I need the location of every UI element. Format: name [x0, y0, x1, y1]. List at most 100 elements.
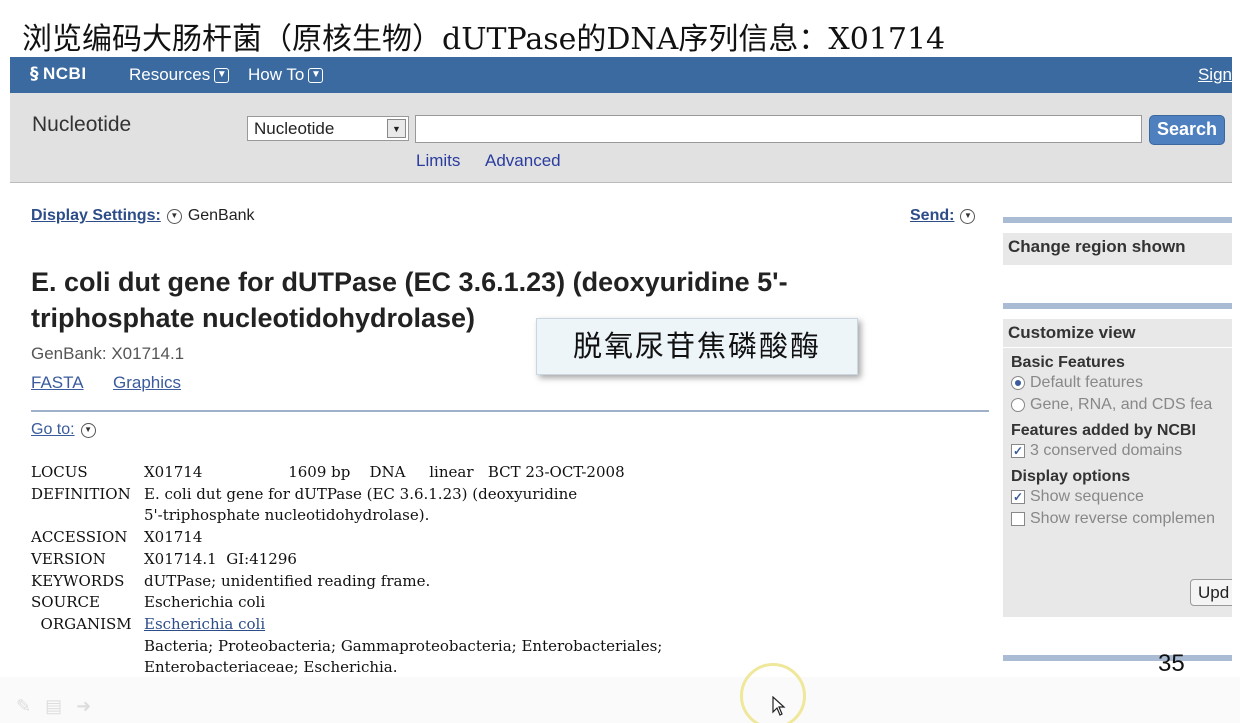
resources-menu-label: Resources: [129, 65, 211, 84]
graphics-link[interactable]: Graphics: [113, 373, 181, 393]
browser-screen: § NCBI Resources ▼ How To ▼ Sign Nucleoti…: [10, 57, 1232, 677]
gb-key: KEYWORDS: [31, 571, 125, 590]
chevron-down-icon[interactable]: ▼: [960, 208, 976, 224]
arrow-right-icon[interactable]: ➜: [76, 696, 91, 717]
database-label: Nucleotide: [32, 113, 132, 136]
limits-link[interactable]: Limits: [416, 151, 460, 171]
gb-value: Escherichia coli: [144, 593, 266, 612]
gb-value: X01714.1 GI:41296: [144, 549, 297, 568]
option-label: Show sequence: [1030, 488, 1144, 505]
slide-title: 浏览编码大肠杆菌（原核生物）dUTPase的DNA序列信息：X01714: [22, 22, 946, 57]
database-select[interactable]: Nucleotide ▼: [247, 116, 409, 141]
gb-row-definition: DEFINITION E. coli dut gene for dUTPase …: [31, 484, 662, 506]
option-conserved-domains[interactable]: ✓ 3 conserved domains: [1003, 440, 1232, 462]
ncbi-logo[interactable]: § NCBI: [30, 64, 87, 84]
sign-in-link[interactable]: Sign: [1198, 65, 1232, 85]
display-settings-link[interactable]: Display Settings:: [31, 207, 161, 225]
gb-key: DEFINITION: [31, 484, 131, 503]
search-button[interactable]: Search: [1149, 115, 1225, 145]
basic-features-heading: Basic Features: [1011, 354, 1125, 371]
customize-view-panel: Customize view Basic Features Default fe…: [1003, 319, 1232, 617]
gb-key: ORGANISM: [31, 614, 132, 633]
gb-row-source: SOURCE Escherichia coli: [31, 592, 662, 614]
checkbox-checked[interactable]: ✓: [1011, 444, 1025, 458]
mouse-cursor-icon: [772, 696, 786, 716]
display-settings: Display Settings: ▼ GenBank: [31, 207, 255, 225]
chevron-down-icon[interactable]: ▼: [166, 208, 182, 224]
gb-value: E. coli dut gene for dUTPase (EC 3.6.1.2…: [144, 484, 578, 503]
gb-value: 5'-triphosphate nucleotidohydrolase).: [144, 506, 430, 525]
checkbox-checked[interactable]: ✓: [1011, 490, 1025, 504]
organism-link[interactable]: Escherichia coli: [144, 614, 265, 636]
display-format: GenBank: [187, 207, 255, 224]
update-view-button[interactable]: Upd: [1190, 579, 1232, 606]
option-default-features[interactable]: Default features: [1003, 372, 1232, 394]
section-divider: [31, 410, 989, 412]
chevron-down-icon: ▼: [308, 67, 324, 83]
option-label: Gene, RNA, and CDS fea: [1030, 396, 1213, 413]
gb-key: ACCESSION: [31, 528, 128, 547]
how-to-menu[interactable]: How To ▼: [248, 65, 324, 85]
gb-value: dUTPase; unidentified reading frame.: [144, 571, 431, 590]
gb-value: Bacteria; Proteobacteria; Gammaproteobac…: [144, 636, 663, 655]
option-label: Show reverse complemen: [1030, 510, 1215, 527]
radio-unselected[interactable]: [1011, 398, 1025, 412]
gb-value: Enterobacteriaceae; Escherichia.: [144, 658, 398, 677]
slideshow-tools: ✎ ▤ ➜: [16, 696, 91, 717]
advanced-link[interactable]: Advanced: [485, 151, 561, 171]
option-label: Default features: [1030, 374, 1143, 391]
gb-key: LOCUS: [31, 463, 88, 481]
how-to-menu-label: How To: [248, 65, 305, 84]
sidebar-divider: [1003, 303, 1232, 309]
gb-row-lineage-cont: Enterobacteriaceae; Escherichia.: [31, 657, 662, 677]
option-show-reverse[interactable]: Show reverse complemen: [1003, 508, 1232, 530]
slides-icon[interactable]: ▤: [45, 696, 62, 717]
gb-value: X01714 1609 bp DNA linear BCT 23-OCT-200…: [144, 463, 625, 481]
change-region-heading[interactable]: Change region shown: [1003, 233, 1232, 261]
ncbi-top-bar: § NCBI Resources ▼ How To ▼ Sign: [10, 57, 1232, 93]
display-options-heading: Display options: [1011, 468, 1131, 485]
gb-key-blank: [31, 505, 144, 527]
enzyme-name-callout: 脱氧尿苷焦磷酸酶: [536, 318, 858, 375]
go-to-link[interactable]: Go to:: [31, 421, 75, 439]
option-gene-rna-cds[interactable]: Gene, RNA, and CDS fea: [1003, 394, 1232, 416]
dna-helix-icon: §: [30, 64, 39, 84]
option-show-sequence[interactable]: ✓ Show sequence: [1003, 486, 1232, 508]
gb-row-definition-cont: 5'-triphosphate nucleotidohydrolase).: [31, 505, 662, 527]
change-region-panel[interactable]: Change region shown: [1003, 233, 1232, 265]
features-added-heading: Features added by NCBI: [1011, 422, 1196, 439]
option-label: 3 conserved domains: [1030, 442, 1183, 459]
gb-row-version: VERSION X01714.1 GI:41296: [31, 549, 662, 571]
radio-selected[interactable]: [1011, 376, 1025, 390]
gb-row-accession: ACCESSION X01714: [31, 527, 662, 549]
genbank-record: LOCUS X01714 1609 bp DNA linear BCT 23-O…: [31, 462, 662, 677]
pen-icon[interactable]: ✎: [16, 696, 31, 717]
sidebar-divider: [1003, 655, 1232, 661]
genbank-accession: GenBank: X01714.1: [31, 344, 185, 363]
gb-row-lineage: Bacteria; Proteobacteria; Gammaproteobac…: [31, 636, 662, 658]
sidebar-divider: [1003, 217, 1232, 223]
slide-page-number: 35: [1158, 650, 1185, 677]
gb-row-keywords: KEYWORDS dUTPase; unidentified reading f…: [31, 571, 662, 593]
gb-row-locus: LOCUS X01714 1609 bp DNA linear BCT 23-O…: [31, 462, 662, 484]
ncbi-logo-text: NCBI: [43, 64, 87, 83]
go-to-menu: Go to: ▼: [31, 421, 96, 439]
search-input[interactable]: [415, 115, 1142, 143]
search-area: Nucleotide Nucleotide ▼ Search Limits Ad…: [10, 93, 1232, 183]
customize-view-heading: Customize view: [1003, 319, 1232, 348]
gb-key: VERSION: [31, 549, 106, 568]
gb-value: X01714: [144, 528, 203, 547]
select-arrow-icon: ▼: [387, 119, 406, 138]
gb-key-blank: [31, 657, 144, 677]
gb-row-organism: ORGANISM Escherichia coli: [31, 614, 662, 636]
send-link[interactable]: Send:: [910, 207, 954, 225]
database-select-value: Nucleotide: [254, 119, 335, 138]
send-menu: Send: ▼: [910, 207, 976, 225]
chevron-down-icon[interactable]: ▼: [80, 422, 96, 438]
chevron-down-icon: ▼: [214, 67, 230, 83]
fasta-link[interactable]: FASTA: [31, 373, 84, 393]
presentation-toolbar: [0, 677, 1240, 723]
resources-menu[interactable]: Resources ▼: [129, 65, 230, 85]
gb-key: SOURCE: [31, 593, 100, 612]
checkbox-unchecked[interactable]: [1011, 512, 1025, 526]
